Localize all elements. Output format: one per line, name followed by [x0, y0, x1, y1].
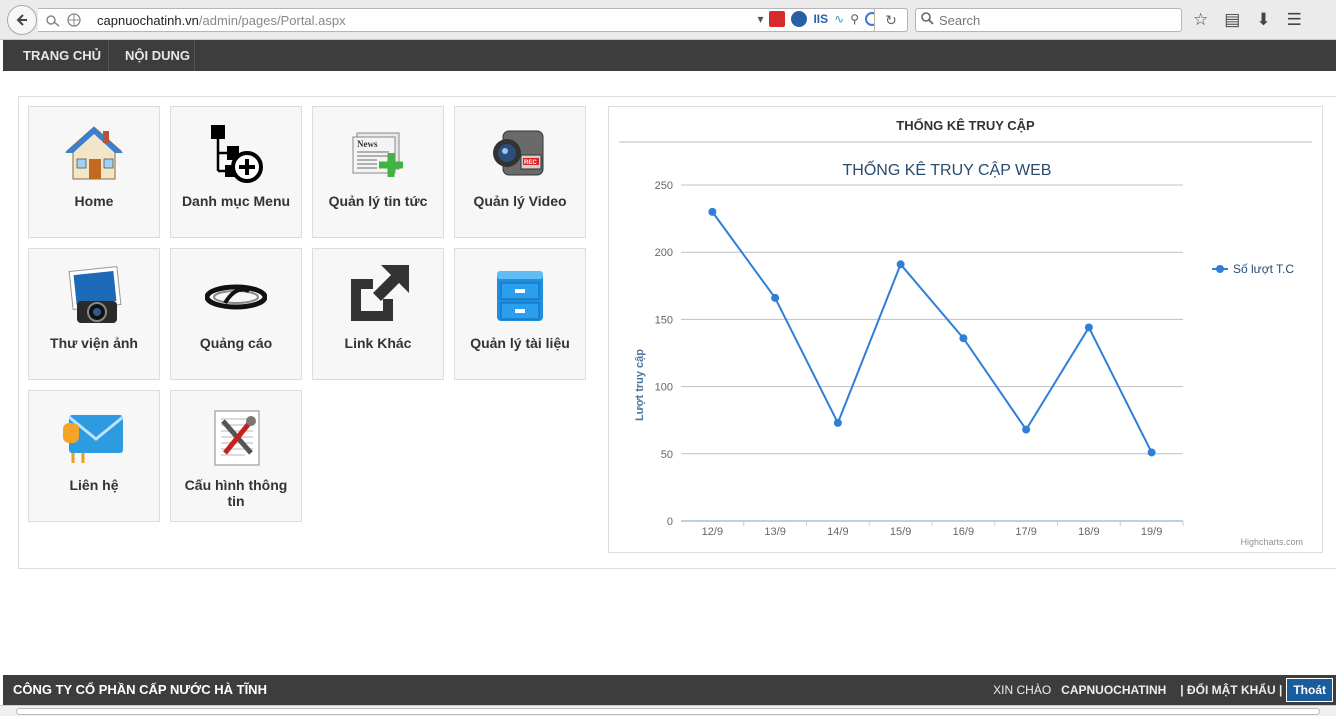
- x-tick-label: 19/9: [1141, 526, 1162, 538]
- y-tick-label: 200: [655, 247, 673, 259]
- x-tick-label: 15/9: [890, 526, 911, 538]
- greeting-text: XIN CHÀO: [993, 683, 1052, 697]
- nav-item-noi-dung[interactable]: NỘI DUNG: [109, 40, 195, 71]
- dropdown-arrow-icon[interactable]: ▾: [757, 12, 763, 26]
- nav-item-trang-chu[interactable]: TRANG CHỦ: [3, 40, 109, 71]
- x-tick-label: 18/9: [1078, 526, 1099, 538]
- svg-text:REC: REC: [524, 160, 537, 166]
- user-bar: XIN CHÀO CAPNUOCHATINH | ĐỔI MẬT KHẨU | …: [993, 675, 1336, 705]
- x-tick-label: 17/9: [1015, 526, 1036, 538]
- tile-thu-vien-anh[interactable]: Thư viện ảnh: [28, 248, 160, 380]
- y-axis-label: Lượt truy cập: [634, 349, 646, 421]
- browser-toolbar: capnuochatinh.vn/admin/pages/Portal.aspx…: [0, 0, 1336, 40]
- data-point: [771, 293, 780, 302]
- reading-list-icon[interactable]: ▤: [1224, 10, 1240, 30]
- w-extension-icon[interactable]: [791, 11, 808, 27]
- url-text: capnuochatinh.vn/admin/pages/Portal.aspx: [97, 13, 346, 28]
- tile-label: Danh mục Menu: [181, 193, 291, 209]
- url-bar[interactable]: capnuochatinh.vn/admin/pages/Portal.aspx…: [38, 8, 908, 32]
- data-point: [896, 260, 905, 269]
- tile-label: Link Khác: [344, 335, 412, 351]
- svg-text:News: News: [357, 139, 378, 149]
- ring-extension-icon[interactable]: ⚲: [850, 12, 859, 26]
- tile-label: Home: [74, 193, 114, 209]
- ad-icon: [171, 265, 301, 327]
- arrow-left-icon: [16, 14, 27, 26]
- company-name: CÔNG TY CỔ PHẦN CẤP NƯỚC HÀ TĨNH: [13, 682, 267, 697]
- bookmark-star-icon[interactable]: ☆: [1193, 10, 1208, 30]
- photo-icon: [29, 265, 159, 327]
- search-icon: [921, 12, 934, 28]
- tile-lien-he[interactable]: Liên hệ: [28, 390, 160, 522]
- wave-extension-icon[interactable]: ∿: [834, 12, 844, 26]
- chart-panel-header: THỐNG KÊ TRUY CẬP: [619, 107, 1312, 143]
- chart-credit: Highcharts.com: [1240, 537, 1303, 547]
- video-camera-icon: REC: [455, 123, 585, 185]
- y-tick-label: 150: [655, 314, 673, 326]
- legend-label: Số lượt T.C: [1233, 262, 1294, 276]
- iis-extension-icon[interactable]: IIS: [813, 12, 828, 26]
- y-tick-label: 250: [655, 180, 673, 192]
- data-point: [833, 418, 842, 427]
- username: CAPNUOCHATINH: [1061, 683, 1167, 697]
- chart-panel: THỐNG KÊ TRUY CẬP THỐNG KÊ TRUY CẬP WEB …: [608, 106, 1323, 553]
- tile-quang-cao[interactable]: Quảng cáo: [170, 248, 302, 380]
- tile-quan-ly-tin-tuc[interactable]: News Quản lý tin tức: [312, 106, 444, 238]
- top-navigation: TRANG CHỦ NỘI DUNG: [3, 40, 1336, 71]
- tile-home[interactable]: Home: [28, 106, 160, 238]
- download-icon[interactable]: ⬇: [1256, 10, 1270, 30]
- nav-item-label: TRANG CHỦ: [23, 48, 101, 63]
- tile-label: Thư viện ảnh: [50, 335, 138, 351]
- data-point: [708, 207, 717, 216]
- tile-label: Cấu hình thông tin: [184, 477, 288, 509]
- scrollbar-thumb[interactable]: [16, 708, 1320, 715]
- data-point: [959, 334, 968, 343]
- news-icon: News: [313, 123, 443, 185]
- tile-link-khac[interactable]: Link Khác: [312, 248, 444, 380]
- series-line: [711, 211, 1153, 453]
- data-point: [1147, 448, 1156, 457]
- file-cabinet-icon: [455, 265, 585, 327]
- tile-quan-ly-video[interactable]: REC Quản lý Video: [454, 106, 586, 238]
- data-point: [1084, 323, 1093, 332]
- x-tick-label: 13/9: [764, 526, 785, 538]
- tile-label: Liên hệ: [69, 477, 119, 493]
- identity-icon: [42, 12, 86, 31]
- hamburger-menu-icon[interactable]: ☰: [1287, 10, 1302, 30]
- tile-quan-ly-tai-lieu[interactable]: Quản lý tài liệu: [454, 248, 586, 380]
- menu-tree-icon: [171, 123, 301, 185]
- horizontal-scrollbar[interactable]: [0, 705, 1336, 716]
- data-point: [1022, 425, 1031, 434]
- x-tick-label: 16/9: [953, 526, 974, 538]
- change-password-link[interactable]: | ĐỔI MẬT KHẨU |: [1180, 683, 1282, 697]
- tile-cau-hinh-thong-tin[interactable]: Cấu hình thông tin: [170, 390, 302, 522]
- home-icon: [29, 123, 159, 185]
- search-input[interactable]: Search: [915, 8, 1182, 32]
- footer: CÔNG TY CỔ PHẦN CẤP NƯỚC HÀ TĨNH XIN CHÀ…: [3, 675, 1336, 705]
- reload-icon: ↻: [885, 11, 897, 28]
- y-tick-label: 100: [655, 382, 673, 394]
- x-tick-label: 12/9: [702, 526, 723, 538]
- line-chart: THỐNG KÊ TRUY CẬP WEB Lượt truy cập 0 50 1…: [634, 159, 1303, 547]
- tile-label: Quản lý tin tức: [328, 193, 428, 209]
- tile-label: Quảng cáo: [199, 335, 273, 351]
- legend-marker: [1216, 265, 1224, 273]
- settings-tools-icon: [171, 407, 301, 469]
- tile-danh-muc-menu[interactable]: Danh mục Menu: [170, 106, 302, 238]
- search-placeholder: Search: [939, 13, 981, 28]
- browser-toolbar-icons: ☆ ▤ ⬇ ☰: [1193, 10, 1302, 30]
- flag-extension-icon[interactable]: [769, 11, 786, 27]
- tile-label: Quản lý Video: [473, 193, 567, 209]
- logout-button[interactable]: Thoát: [1286, 678, 1333, 702]
- back-button[interactable]: [7, 5, 37, 35]
- external-link-icon: [313, 265, 443, 327]
- envelope-icon: [29, 407, 159, 469]
- y-tick-label: 50: [661, 449, 673, 461]
- x-tick-label: 14/9: [827, 526, 848, 538]
- chart-title: THỐNG KÊ TRUY CẬP WEB: [843, 159, 1052, 179]
- nav-item-label: NỘI DUNG: [125, 48, 190, 63]
- reload-button[interactable]: ↻: [874, 8, 908, 32]
- tile-label: Quản lý tài liệu: [470, 335, 570, 351]
- y-tick-label: 0: [667, 516, 673, 528]
